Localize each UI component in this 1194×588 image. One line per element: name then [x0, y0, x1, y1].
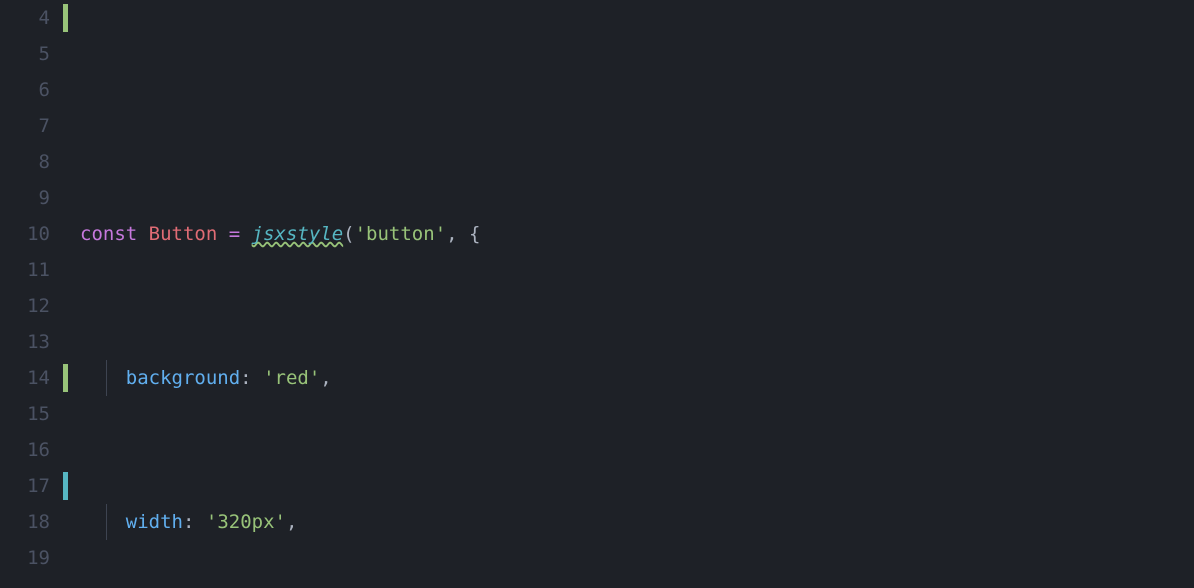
code-editor[interactable]: 4 5 6 7 8 9 10 11 12 13 14 15 16 17 18 1…	[0, 0, 1194, 588]
line-num-17: 17	[0, 468, 72, 504]
line-num-14: 14	[0, 360, 72, 396]
diff-marker	[63, 472, 68, 500]
indent-guide	[106, 504, 107, 540]
line-num-16: 16	[0, 432, 72, 468]
line-num-8: 8	[0, 144, 72, 180]
line-num-10: 10	[0, 216, 72, 252]
line-num-19: 19	[0, 540, 72, 576]
code-line[interactable]: const Button = jsxstyle('button', {	[72, 216, 1194, 252]
line-num-13: 13	[0, 324, 72, 360]
diff-marker	[63, 4, 68, 32]
line-num-18: 18	[0, 504, 72, 540]
diff-marker	[63, 364, 68, 392]
code-line[interactable]: width: '320px',	[72, 504, 1194, 540]
line-num-12: 12	[0, 288, 72, 324]
line-num-11: 11	[0, 252, 72, 288]
line-num-4: 4	[0, 0, 72, 36]
line-num-15: 15	[0, 396, 72, 432]
line-num-7: 7	[0, 108, 72, 144]
indent-guide	[106, 360, 107, 396]
line-gutter: 4 5 6 7 8 9 10 11 12 13 14 15 16 17 18 1…	[0, 0, 72, 588]
line-num-6: 6	[0, 72, 72, 108]
code-area[interactable]: const Button = jsxstyle('button', { back…	[72, 0, 1194, 588]
code-line[interactable]	[72, 72, 1194, 108]
code-line[interactable]: background: 'red',	[72, 360, 1194, 396]
line-num-5: 5	[0, 36, 72, 72]
line-num-9: 9	[0, 180, 72, 216]
function-call: jsxstyle	[252, 223, 344, 245]
